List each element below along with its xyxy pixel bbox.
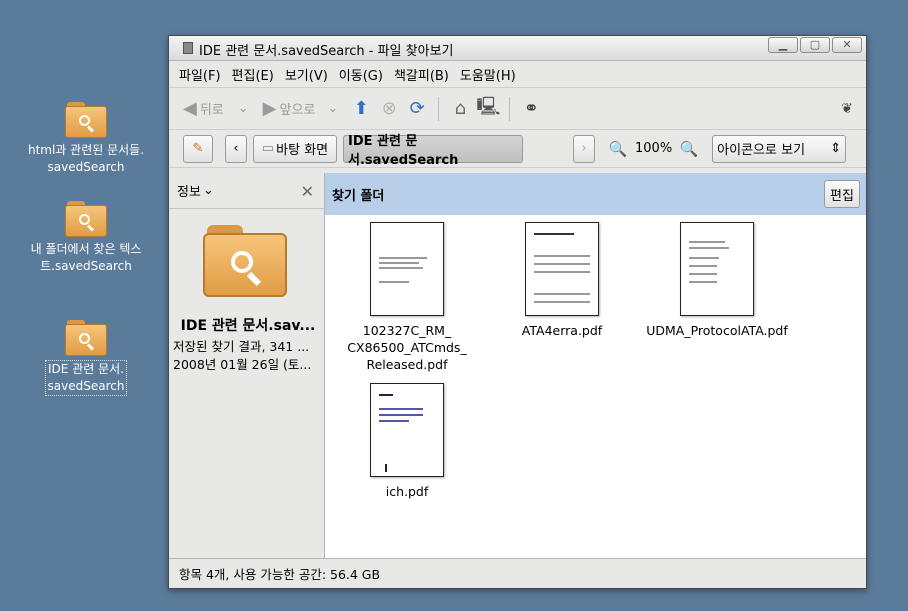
file-view[interactable]: 찾기 폴더 편집 102327C_RM_ CX86500_ATCmds_ Rel… xyxy=(325,173,866,558)
saved-search-folder-icon xyxy=(65,320,107,356)
side-pane-item-desc: 저장된 찾기 결과, 341 ... xyxy=(173,339,310,354)
status-bar: 항목 4개, 사용 가능한 공간: 56.4 GB xyxy=(169,558,866,588)
desktop-icon-label: IDE 관련 문서. savedSearch xyxy=(44,360,128,396)
side-pane-item-date: 2008년 01월 26일 (토... xyxy=(173,357,312,372)
forward-history-dropdown[interactable]: ⌄ xyxy=(327,101,338,116)
toolbar: ◀ 뒤로 ⌄ ▶ 앞으로 ⌄ ⬆ ⊗ ⟳ ⌂ 🖳 ⚭ ❦ xyxy=(169,88,866,130)
file-name: Released.pdf xyxy=(366,357,448,372)
pdf-thumbnail xyxy=(370,222,444,316)
folder-icon: ▭ xyxy=(261,141,275,156)
view-mode-select[interactable]: 아이콘으로 보기 ⇕ xyxy=(712,134,847,163)
saved-search-folder-icon xyxy=(203,225,287,297)
close-button[interactable]: ✕ xyxy=(832,37,862,53)
edit-location-button[interactable]: ✎ xyxy=(183,134,213,163)
menu-help[interactable]: 도움말(H) xyxy=(460,65,516,84)
breadcrumb-current[interactable]: IDE 관련 문서.savedSearch xyxy=(343,134,523,168)
forward-button[interactable]: ▶ 앞으로 xyxy=(263,98,316,119)
menu-view[interactable]: 보기(V) xyxy=(285,65,328,84)
window-app-icon[interactable] xyxy=(183,42,193,54)
file-name: 102327C_RM_ xyxy=(362,323,452,338)
zoom-out-icon[interactable]: 🔍 xyxy=(607,138,629,160)
file-browser-window: IDE 관련 문서.savedSearch - 파일 찾아보기 ▁ ▢ ✕ 파일… xyxy=(168,35,867,589)
minimize-button[interactable]: ▁ xyxy=(768,37,798,53)
search-binoculars-icon[interactable]: ⚭ xyxy=(520,98,542,120)
menu-edit[interactable]: 편집(E) xyxy=(232,65,274,84)
chevron-down-icon: ⌄ xyxy=(202,183,214,198)
file-name: UDMA_ProtocolATA.pdf xyxy=(646,323,788,338)
breadcrumb-desktop[interactable]: ▭ 바탕 화면 xyxy=(253,134,337,163)
titlebar[interactable]: IDE 관련 문서.savedSearch - 파일 찾아보기 ▁ ▢ ✕ xyxy=(169,36,866,61)
maximize-button[interactable]: ▢ xyxy=(800,37,830,53)
back-label: 뒤로 xyxy=(199,103,224,118)
side-pane-title: 정보 xyxy=(177,185,201,200)
pdf-thumbnail xyxy=(680,222,754,316)
file-name: ATA4erra.pdf xyxy=(521,323,603,338)
location-bar: ✎ ‹ ▭ 바탕 화면 IDE 관련 문서.savedSearch › 🔍 10… xyxy=(169,130,866,168)
window-title: IDE 관련 문서.savedSearch - 파일 찾아보기 xyxy=(199,44,454,59)
computer-icon[interactable]: 🖳 xyxy=(476,96,500,120)
menu-go[interactable]: 이동(G) xyxy=(339,65,383,84)
breadcrumb-left-button[interactable]: ‹ xyxy=(225,134,247,163)
side-pane: 정보 ⌄ ✕ IDE 관련 문서.sav... 저장된 찾기 결과, 341 .… xyxy=(169,173,325,558)
edit-pencil-icon: ✎ xyxy=(192,141,204,156)
infobar-label: 찾기 폴더 xyxy=(332,188,385,204)
breadcrumb-desktop-label: 바탕 화면 xyxy=(276,143,329,158)
up-arrow-icon[interactable]: ⬆ xyxy=(350,98,372,120)
pdf-thumbnail xyxy=(370,383,444,477)
desktop-icon-html-search[interactable]: html과 관련된 문서들. savedSearch xyxy=(11,102,161,176)
desktop-icon-label: 내 폴더에서 찾은 텍스 트.savedSearch xyxy=(30,242,142,273)
back-button[interactable]: ◀ 뒤로 xyxy=(183,98,224,119)
file-item[interactable]: UDMA_ProtocolATA.pdf xyxy=(642,222,792,339)
desktop-icon-text-search[interactable]: 내 폴더에서 찾은 텍스 트.savedSearch xyxy=(11,201,161,275)
pdf-thumbnail xyxy=(525,222,599,316)
zoom-in-icon[interactable]: 🔍 xyxy=(678,138,700,160)
forward-label: 앞으로 xyxy=(279,103,316,118)
breadcrumb-current-label: IDE 관련 문서.savedSearch xyxy=(348,133,459,168)
toolbar-separator xyxy=(438,96,440,121)
file-name: CX86500_ATCmds_ xyxy=(347,340,467,355)
menu-bookmarks[interactable]: 책갈피(B) xyxy=(394,65,449,84)
breadcrumb-right-button[interactable]: › xyxy=(573,134,595,163)
file-item[interactable]: 102327C_RM_ CX86500_ATCmds_ Released.pdf xyxy=(332,222,482,373)
back-arrow-icon: ◀ xyxy=(183,98,197,119)
edit-search-button[interactable]: 편집 xyxy=(824,180,860,208)
desktop-icon-ide-search[interactable]: IDE 관련 문서. savedSearch xyxy=(11,320,161,396)
zoom-level: 100% xyxy=(635,141,673,156)
saved-search-folder-icon xyxy=(65,102,107,138)
saved-search-folder-icon xyxy=(65,201,107,237)
back-history-dropdown[interactable]: ⌄ xyxy=(238,101,249,116)
gnome-foot-icon: ❦ xyxy=(841,100,853,117)
side-pane-item-name: IDE 관련 문서.sav... xyxy=(180,318,316,334)
view-mode-value: 아이콘으로 보기 xyxy=(717,143,806,158)
menubar: 파일(F) 편집(E) 보기(V) 이동(G) 책갈피(B) 도움말(H) xyxy=(169,61,866,88)
search-folder-infobar: 찾기 폴더 편집 xyxy=(325,173,866,215)
status-text: 항목 4개, 사용 가능한 공간: 56.4 GB xyxy=(179,567,381,582)
forward-arrow-icon: ▶ xyxy=(262,98,277,119)
file-item[interactable]: ich.pdf xyxy=(332,383,482,500)
file-item[interactable]: ATA4erra.pdf xyxy=(487,222,637,339)
home-icon[interactable]: ⌂ xyxy=(449,98,471,120)
toolbar-separator xyxy=(509,96,511,121)
updown-chevron-icon: ⇕ xyxy=(830,141,842,156)
stop-icon[interactable]: ⊗ xyxy=(378,98,400,120)
close-pane-icon[interactable]: ✕ xyxy=(301,182,314,201)
file-name: ich.pdf xyxy=(385,484,429,499)
reload-icon[interactable]: ⟳ xyxy=(406,98,428,120)
desktop-icon-label: html과 관련된 문서들. savedSearch xyxy=(27,143,145,174)
menu-file[interactable]: 파일(F) xyxy=(179,65,221,84)
